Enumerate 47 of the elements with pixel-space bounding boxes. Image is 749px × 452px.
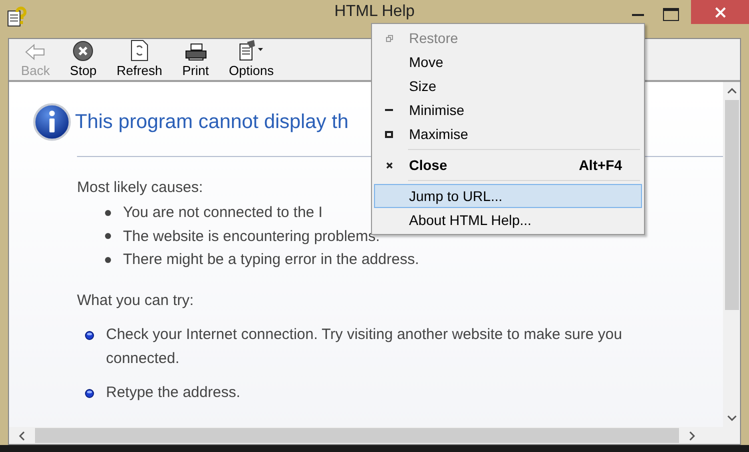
minimize-icon — [632, 12, 644, 16]
maximize-icon — [385, 130, 393, 138]
scroll-down-icon[interactable] — [726, 415, 736, 421]
toolbar-button[interactable]: Stop — [64, 41, 103, 80]
list-item-text: You are not connected to the I — [123, 204, 323, 222]
menu-item[interactable]: Maximise — [374, 122, 642, 146]
back-arrow-icon — [24, 43, 46, 61]
menu-item[interactable]: Close Alt+F4 — [374, 153, 642, 177]
page-heading: This program cannot display th — [75, 110, 348, 134]
bullet-icon — [105, 256, 111, 263]
minimize-icon — [385, 109, 393, 111]
toolbar-button[interactable]: Refresh — [110, 40, 168, 80]
section-label: What you can try: — [77, 292, 194, 308]
list-item-text: Retype the address. — [106, 382, 242, 402]
close-icon — [386, 162, 392, 168]
toolbar-button[interactable]: Print — [176, 43, 215, 80]
printer-icon — [184, 43, 207, 61]
options-icon — [238, 40, 264, 61]
scroll-thumb[interactable] — [724, 100, 738, 310]
bullet-icon — [105, 210, 111, 216]
menu-item[interactable]: Size — [374, 74, 642, 98]
scroll-thumb[interactable] — [35, 428, 679, 443]
close-button[interactable] — [691, 0, 749, 24]
bullet-icon — [105, 233, 111, 240]
scroll-left-icon[interactable] — [19, 430, 25, 440]
menu-item[interactable]: Move — [374, 50, 642, 74]
menu-item[interactable]: Minimise — [374, 98, 642, 122]
refresh-page-icon — [130, 40, 148, 61]
list-item-text: There might be a typing error in the address. — [123, 251, 419, 268]
close-icon — [714, 6, 726, 18]
list-item-text: Check your Internet connection. Try visiting another website to make sure you connected. — [106, 324, 624, 368]
scroll-up-icon[interactable] — [726, 88, 736, 94]
shortcut-text: Alt+F4 — [578, 157, 622, 173]
stop-icon — [73, 41, 94, 61]
bullet-icon — [85, 330, 94, 340]
section-label: Most likely causes: — [77, 179, 203, 196]
scroll-right-icon[interactable] — [689, 430, 695, 440]
window-title: HTML Help — [334, 3, 415, 21]
vertical-scrollbar[interactable] — [723, 82, 740, 427]
help-file-icon[interactable] — [6, 6, 28, 28]
bullet-icon — [85, 388, 94, 398]
restore-icon — [386, 34, 392, 42]
toolbar-button[interactable]: Options — [222, 40, 280, 80]
horizontal-scrollbar[interactable] — [9, 427, 740, 444]
menu-item[interactable]: Jump to URL... — [374, 184, 642, 208]
maximize-icon — [662, 8, 678, 20]
info-icon — [33, 103, 71, 141]
